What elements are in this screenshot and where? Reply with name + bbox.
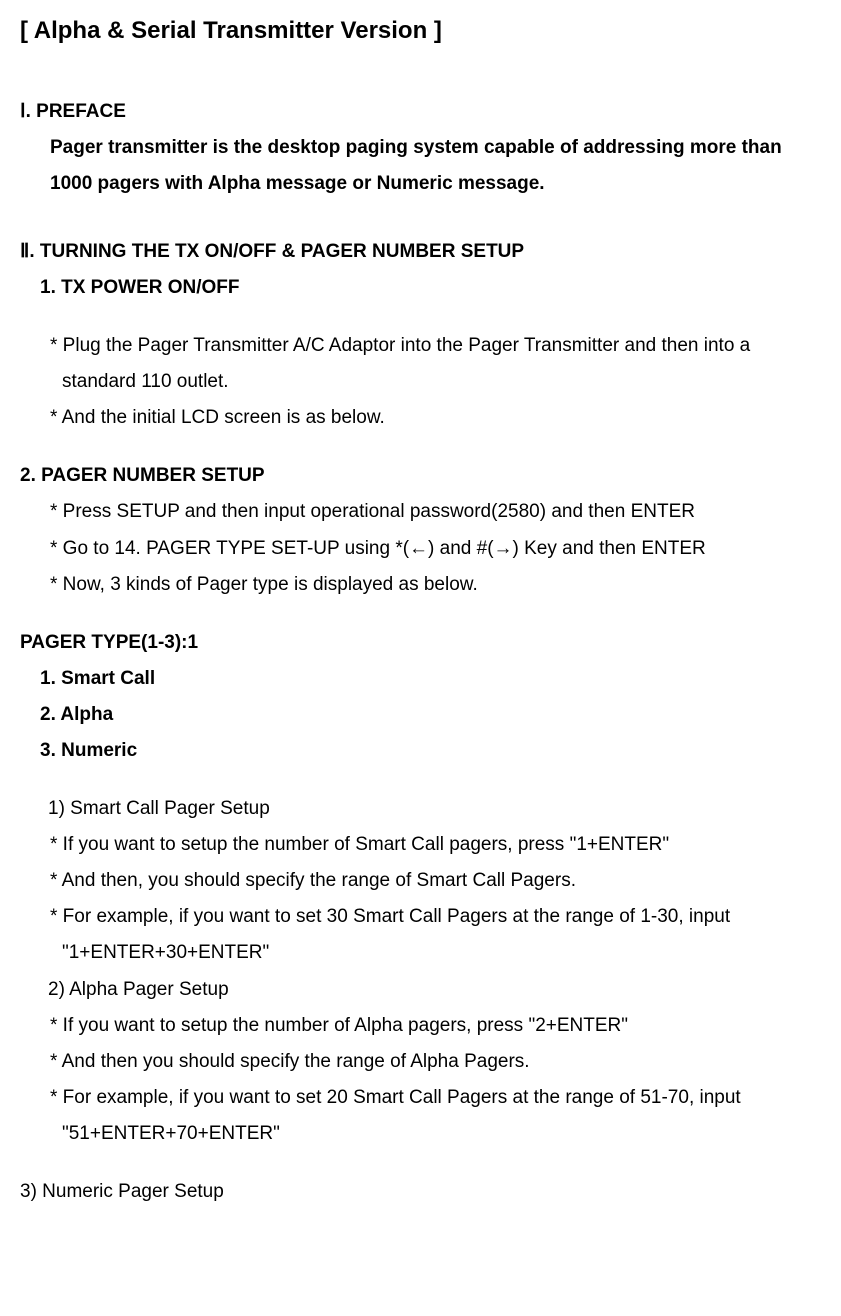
subsection-2-2-line: * Go to 14. PAGER TYPE SET-UP using *(←)… — [20, 531, 821, 567]
setup-2-line: * For example, if you want to set 20 Sma… — [20, 1080, 821, 1152]
subsection-2-1-line: * And the initial LCD screen is as below… — [20, 400, 821, 436]
setup-1-line: * If you want to setup the number of Sma… — [20, 827, 821, 863]
setup-1-title: 1) Smart Call Pager Setup — [20, 791, 821, 827]
setup-2-line: * If you want to setup the number of Alp… — [20, 1008, 821, 1044]
subsection-2-2-line: * Now, 3 kinds of Pager type is displaye… — [20, 567, 821, 603]
subsection-2-1-line: * Plug the Pager Transmitter A/C Adaptor… — [20, 328, 821, 400]
spacer — [20, 1152, 821, 1174]
document-page: [ Alpha & Serial Transmitter Version ] Ⅰ… — [0, 0, 841, 1240]
setup-1-line: * And then, you should specify the range… — [20, 863, 821, 899]
setup-1-line: * For example, if you want to set 30 Sma… — [20, 899, 821, 971]
pager-type-item: 1. Smart Call — [20, 661, 821, 697]
pager-type-heading: PAGER TYPE(1-3):1 — [20, 625, 821, 661]
spacer — [20, 603, 821, 625]
section-1-body: Pager transmitter is the desktop paging … — [20, 130, 821, 202]
subsection-2-2-line: * Press SETUP and then input operational… — [20, 494, 821, 530]
spacer — [20, 306, 821, 328]
document-title: [ Alpha & Serial Transmitter Version ] — [20, 8, 821, 54]
setup-2-title: 2) Alpha Pager Setup — [20, 972, 821, 1008]
spacer — [20, 436, 821, 458]
spacer — [20, 769, 821, 791]
section-2-heading: Ⅱ. TURNING THE TX ON/OFF & PAGER NUMBER … — [20, 234, 821, 270]
subsection-2-1-heading: 1. TX POWER ON/OFF — [20, 270, 821, 306]
setup-2-line: * And then you should specify the range … — [20, 1044, 821, 1080]
section-1-heading: Ⅰ. PREFACE — [20, 94, 821, 130]
pager-type-item: 3. Numeric — [20, 733, 821, 769]
pager-type-item: 2. Alpha — [20, 697, 821, 733]
subsection-2-2-heading: 2. PAGER NUMBER SETUP — [20, 458, 821, 494]
spacer — [20, 202, 821, 224]
setup-3-title: 3) Numeric Pager Setup — [20, 1174, 821, 1210]
